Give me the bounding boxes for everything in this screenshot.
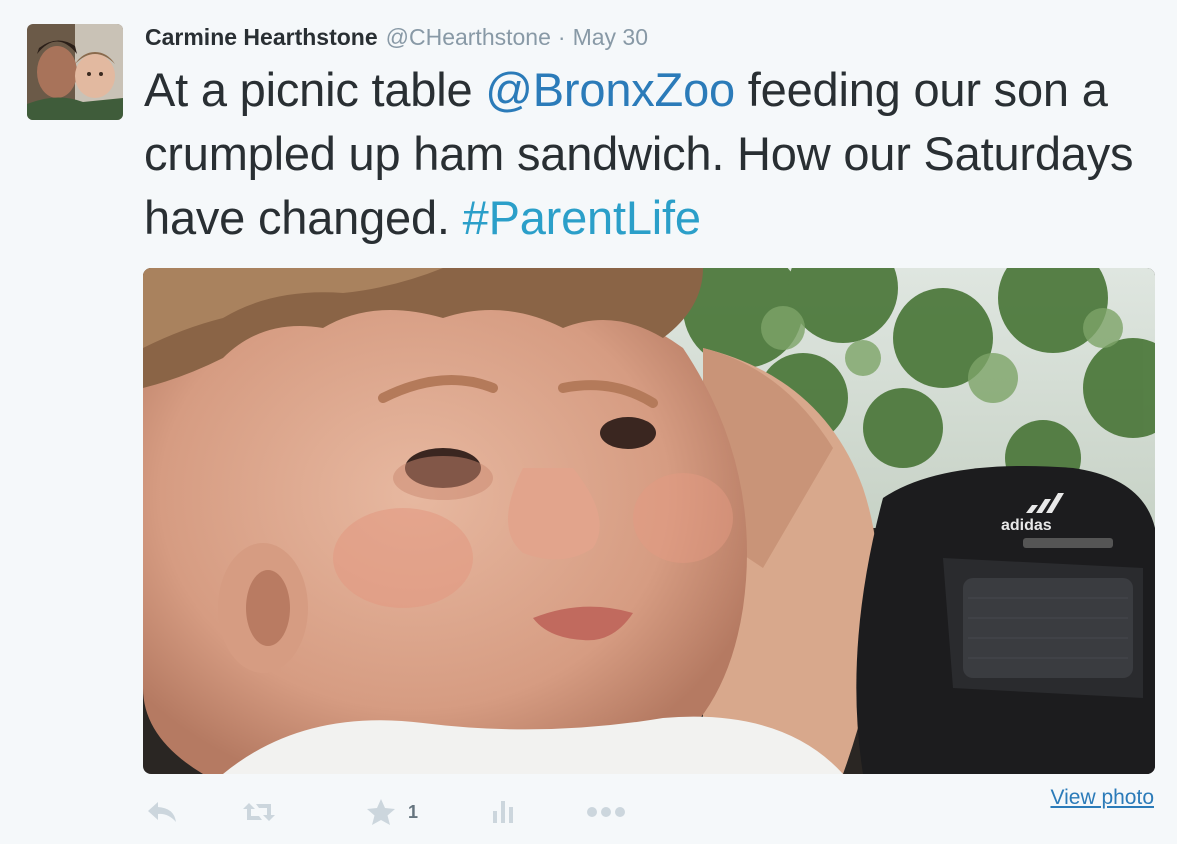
- star-icon: [367, 799, 395, 825]
- tweet-text: At a picnic table @BronxZoo feeding our …: [144, 58, 1154, 250]
- view-photo-link[interactable]: View photo: [1050, 786, 1154, 810]
- avatar-image: [27, 24, 123, 120]
- mention-link[interactable]: @BronxZoo: [485, 63, 735, 116]
- more-button[interactable]: [586, 806, 646, 818]
- tweet-header: Carmine Hearthstone @CHearthstone · May …: [145, 24, 648, 52]
- author-handle[interactable]: @CHearthstone: [386, 24, 551, 51]
- tweet-text-part-1: At a picnic table: [144, 63, 486, 116]
- favorite-count: 1: [408, 801, 419, 822]
- hashtag-link[interactable]: #ParentLife: [463, 191, 701, 244]
- author-name[interactable]: Carmine Hearthstone: [145, 24, 378, 51]
- favorite-button[interactable]: 1: [366, 798, 490, 826]
- tweet: Carmine Hearthstone @CHearthstone · May …: [0, 0, 1177, 844]
- reply-icon: [148, 802, 176, 822]
- stats-button[interactable]: [490, 799, 586, 825]
- tweet-date[interactable]: May 30: [573, 24, 648, 51]
- more-dots-icon: [587, 807, 625, 817]
- retweet-icon: [243, 803, 275, 821]
- logo-text: adidas: [1001, 517, 1052, 534]
- tweet-actions: 1: [146, 790, 646, 834]
- retweet-button[interactable]: [242, 800, 366, 824]
- reply-button[interactable]: [146, 800, 242, 824]
- avatar[interactable]: [27, 24, 123, 120]
- bar-chart-icon: [493, 801, 513, 823]
- photo-image: adidas: [143, 268, 1155, 774]
- header-separator: ·: [557, 24, 566, 50]
- tweet-photo[interactable]: adidas: [143, 268, 1155, 774]
